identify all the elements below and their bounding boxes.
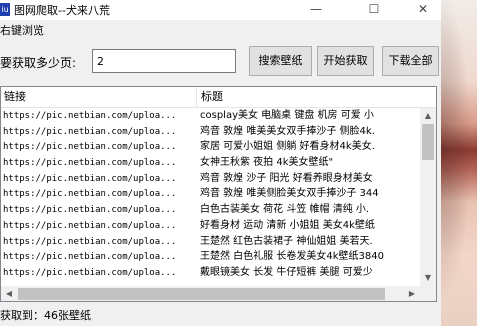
link-cell[interactable]: https://pic.netbian.com/uploa... — [3, 124, 195, 140]
link-cell[interactable]: https://pic.netbian.com/uploa... — [3, 108, 195, 124]
title-cell[interactable]: 白色古装美女 荷花 斗笠 帷帽 清纯 小. — [200, 202, 418, 218]
title-cell[interactable]: 戴眼镜美女 长发 牛仔短裤 美腿 可爱少 — [200, 265, 418, 281]
scroll-right-icon[interactable]: ▶ — [404, 286, 420, 301]
title-cell[interactable]: 王楚然 红色古装裙子 神仙姐姐 美若天. — [200, 234, 418, 250]
window-title: 图网爬取--犬来八荒 — [14, 4, 110, 17]
title-cell[interactable]: 鸡音 敦煌 沙子 阳光 好看养眼身材美女 — [200, 171, 418, 187]
status-text: 获取到：46张壁纸 — [0, 309, 91, 322]
table-row[interactable]: https://pic.netbian.com/uploa... 女神王秋紫 夜拍… — [1, 155, 420, 171]
background-photo — [441, 0, 477, 326]
link-cell[interactable]: https://pic.netbian.com/uploa... — [3, 249, 195, 265]
column-header-title[interactable]: 标题 — [198, 87, 223, 107]
column-divider[interactable] — [196, 87, 197, 107]
wallpaper-list[interactable]: 链接 标题 https://pic.netbian.com/uploa... co… — [0, 86, 437, 302]
table-row[interactable]: https://pic.netbian.com/uploa... 鸡音 敦煌 唯美… — [1, 186, 420, 202]
search-wallpaper-button[interactable]: 搜索壁纸 — [249, 46, 312, 76]
scroll-up-icon[interactable]: ▲ — [420, 108, 436, 124]
link-cell[interactable]: https://pic.netbian.com/uploa... — [3, 139, 195, 155]
table-row[interactable]: https://pic.netbian.com/uploa... cosplay美… — [1, 108, 420, 124]
title-cell[interactable]: 好看身材 运动 清新 小姐姐 美女4k壁纸 — [200, 218, 418, 234]
column-header-link[interactable]: 链接 — [1, 87, 26, 107]
scroll-left-icon[interactable]: ◀ — [1, 286, 17, 301]
table-row[interactable]: https://pic.netbian.com/uploa... 家居 可爱小姐姐… — [1, 139, 420, 155]
table-row[interactable]: https://pic.netbian.com/uploa... 白色古装美女 荷… — [1, 202, 420, 218]
scrollbar-corner — [420, 286, 436, 301]
title-cell[interactable]: 鸡音 敦煌 唯美侧脸美女双手捧沙子 344 — [200, 186, 418, 202]
link-cell[interactable]: https://pic.netbian.com/uploa... — [3, 218, 195, 234]
scroll-down-icon[interactable]: ▼ — [420, 270, 436, 286]
maximize-button[interactable]: ☐ — [356, 0, 392, 20]
page-count-label: 要获取多少页: — [0, 56, 77, 70]
table-row[interactable]: https://pic.netbian.com/uploa... 鸡音 敦煌 沙子… — [1, 171, 420, 187]
table-row[interactable]: https://pic.netbian.com/uploa... 戴眼镜美女 长发… — [1, 265, 420, 281]
page-count-input[interactable] — [92, 49, 236, 73]
title-cell[interactable]: cosplay美女 电脑桌 键盘 机房 可爱 小 — [200, 108, 418, 124]
table-row[interactable]: https://pic.netbian.com/uploa... 王楚然 白色礼服… — [1, 249, 420, 265]
table-row[interactable]: https://pic.netbian.com/uploa... 王楚然 红色古装… — [1, 234, 420, 250]
list-header: 链接 标题 — [1, 87, 436, 108]
download-all-button[interactable]: 下载全部 — [382, 46, 439, 76]
link-cell[interactable]: https://pic.netbian.com/uploa... — [3, 265, 195, 281]
menu-bar: 右键浏览 — [0, 20, 441, 38]
link-cell[interactable]: https://pic.netbian.com/uploa... — [3, 171, 195, 187]
photo-shading — [441, 0, 477, 326]
title-bar[interactable]: iu 图网爬取--犬来八荒 — ☐ ✕ — [0, 0, 441, 20]
start-fetch-button[interactable]: 开始获取 — [317, 46, 374, 76]
title-cell[interactable]: 王楚然 白色礼服 长卷发美女4k壁纸3840 — [200, 249, 418, 265]
horizontal-scroll-thumb[interactable] — [18, 288, 385, 300]
link-cell[interactable]: https://pic.netbian.com/uploa... — [3, 155, 195, 171]
title-cell[interactable]: 女神王秋紫 夜拍 4k美女壁纸" — [200, 155, 418, 171]
menu-item-right-click-browse[interactable]: 右键浏览 — [0, 22, 44, 38]
title-cell[interactable]: 家居 可爱小姐姐 侧躺 好看身材4k美女. — [200, 139, 418, 155]
minimize-button[interactable]: — — [298, 0, 334, 20]
app-icon: iu — [0, 3, 10, 16]
link-cell[interactable]: https://pic.netbian.com/uploa... — [3, 186, 195, 202]
vertical-scrollbar[interactable]: ▲ ▼ — [420, 108, 436, 286]
list-rows: https://pic.netbian.com/uploa... cosplay美… — [1, 108, 420, 286]
link-cell[interactable]: https://pic.netbian.com/uploa... — [3, 234, 195, 250]
table-row[interactable]: https://pic.netbian.com/uploa... 鸡音 敦煌 唯美… — [1, 124, 420, 140]
app-window: iu 图网爬取--犬来八荒 — ☐ ✕ 右键浏览 要获取多少页: 搜索壁纸 开始… — [0, 0, 441, 326]
horizontal-scrollbar[interactable]: ◀ ▶ — [1, 286, 420, 301]
title-cell[interactable]: 鸡音 敦煌 唯美美女双手捧沙子 侧脸4k. — [200, 124, 418, 140]
table-row[interactable]: https://pic.netbian.com/uploa... 好看身材 运动 … — [1, 218, 420, 234]
link-cell[interactable]: https://pic.netbian.com/uploa... — [3, 202, 195, 218]
vertical-scroll-thumb[interactable] — [422, 124, 434, 160]
close-button[interactable]: ✕ — [405, 0, 441, 20]
